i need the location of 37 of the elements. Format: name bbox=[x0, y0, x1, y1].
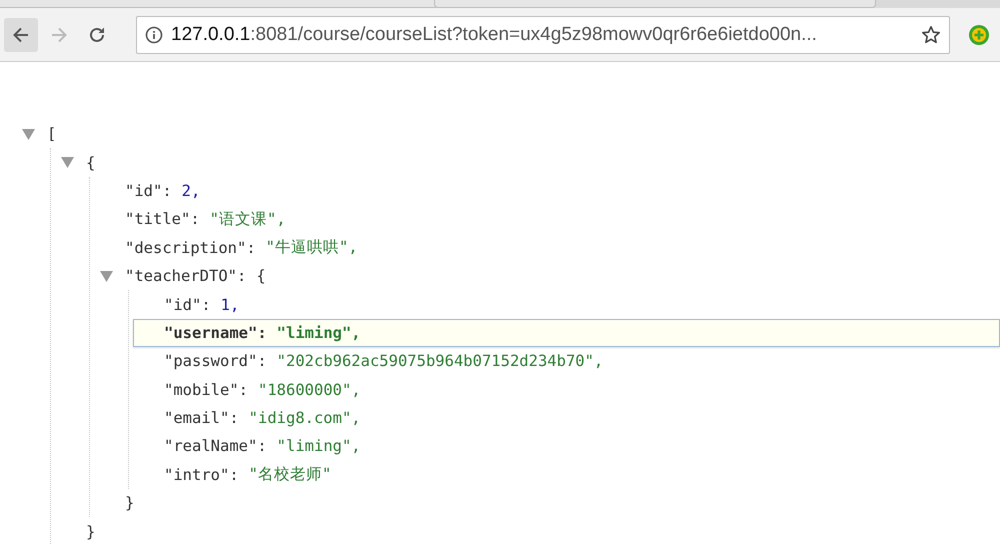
json-value: "liming", bbox=[276, 324, 361, 342]
browser-tab[interactable] bbox=[434, 0, 876, 8]
json-value: "liming", bbox=[276, 437, 361, 456]
json-value: "18600000", bbox=[258, 380, 361, 399]
json-key: "password": bbox=[164, 352, 267, 370]
json-value: "idig8.com", bbox=[248, 409, 361, 428]
json-value: 2, bbox=[182, 182, 200, 200]
info-icon[interactable] bbox=[145, 26, 163, 44]
open-bracket: [ bbox=[47, 125, 56, 144]
json-key: "username": bbox=[164, 324, 267, 342]
json-key: "intro": bbox=[164, 466, 239, 484]
json-key: "email": bbox=[164, 409, 239, 428]
json-value: "202cb962ac59075b964b07152d234b70", bbox=[276, 352, 604, 370]
close-bracket: } bbox=[86, 522, 96, 541]
browser-tab[interactable] bbox=[0, 0, 438, 8]
back-button[interactable] bbox=[4, 18, 38, 52]
collapse-toggle-icon[interactable] bbox=[61, 157, 74, 168]
open-bracket: { bbox=[86, 154, 96, 172]
json-value: "牛逼哄哄", bbox=[266, 237, 358, 258]
json-value: "名校老师" bbox=[248, 464, 332, 486]
extension-icon[interactable] bbox=[968, 24, 990, 46]
json-value: "语文课", bbox=[210, 208, 286, 230]
json-key: "teacherDTO": bbox=[125, 267, 246, 286]
collapse-toggle-icon[interactable] bbox=[100, 270, 113, 282]
json-value: 1, bbox=[220, 296, 240, 314]
star-icon[interactable] bbox=[921, 24, 941, 44]
collapse-toggle-icon[interactable] bbox=[22, 128, 35, 140]
json-key: "mobile": bbox=[164, 380, 248, 399]
close-bracket: } bbox=[125, 494, 134, 512]
json-key: "id": bbox=[125, 182, 172, 200]
json-key: "id": bbox=[164, 296, 211, 314]
json-key: "realName": bbox=[164, 437, 267, 456]
json-key: "description": bbox=[125, 238, 256, 257]
url-text: 127.0.0.1:8081/course/courseList?token=ux4g5z98mowv0qr6r6e6ietdo00n... bbox=[171, 24, 818, 46]
json-key: "title": bbox=[125, 210, 200, 228]
open-bracket: { bbox=[256, 267, 266, 286]
address-bar[interactable]: 127.0.0.1:8081/course/courseList?token=ux4g5z98mowv0qr6r6e6ietdo00n... bbox=[136, 16, 950, 54]
